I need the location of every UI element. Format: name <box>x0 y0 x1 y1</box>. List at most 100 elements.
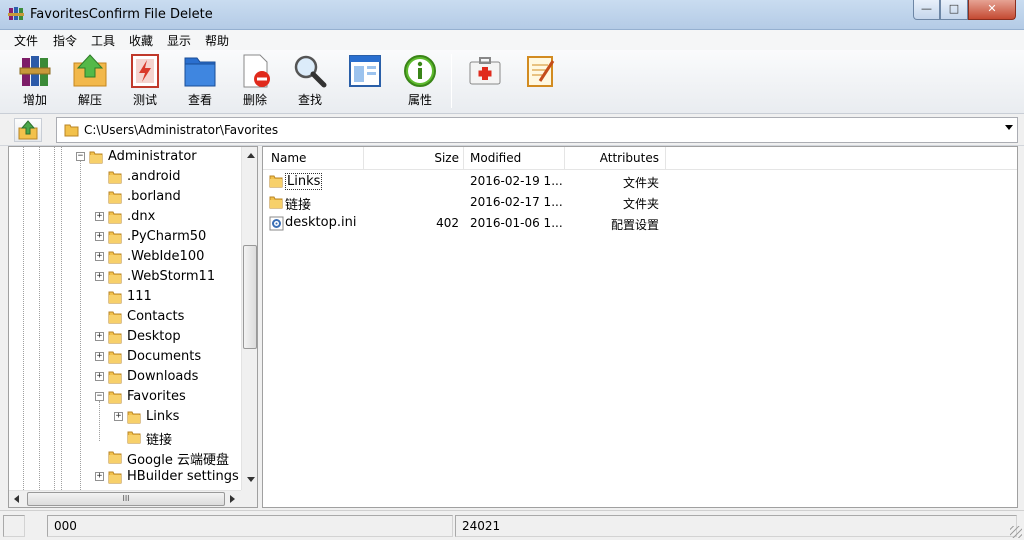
menu-bar: 文件 指令 工具 收藏 显示 帮助 <box>0 30 1024 50</box>
notepad-icon <box>527 56 555 87</box>
expand-icon[interactable]: + <box>95 372 104 381</box>
collapse-icon[interactable]: − <box>95 392 104 401</box>
tree-item[interactable]: + Links <box>9 407 241 427</box>
scroll-left-icon[interactable] <box>14 495 19 503</box>
address-path: C:\Users\Administrator\Favorites <box>84 123 279 137</box>
expand-icon[interactable]: + <box>95 272 104 281</box>
magnifier-icon <box>294 55 327 88</box>
tree-item-label: HBuilder settings <box>127 469 239 484</box>
expand-icon[interactable]: + <box>95 232 104 241</box>
scroll-down-icon[interactable] <box>247 477 255 482</box>
resize-grip[interactable] <box>1010 526 1022 538</box>
tree-item[interactable]: 111 <box>9 287 241 307</box>
menu-commands[interactable]: 指令 <box>53 32 77 49</box>
tree-item[interactable]: + .dnx <box>9 207 241 227</box>
expand-icon[interactable]: + <box>95 472 104 481</box>
file-name: desktop.ini <box>285 215 357 230</box>
scroll-thumb[interactable] <box>243 245 257 349</box>
test-document-icon <box>131 54 159 88</box>
tree-item-label: Administrator <box>108 149 197 164</box>
tree-item[interactable]: − Favorites <box>9 387 241 407</box>
collapse-icon[interactable]: − <box>76 152 85 161</box>
menu-view[interactable]: 显示 <box>167 32 191 49</box>
tree-item[interactable]: + Documents <box>9 347 241 367</box>
extract-button[interactable]: 解压 <box>64 53 116 111</box>
toolbar: 增加 解压 测试 查看 删除 查找 属性 <box>0 50 1024 114</box>
address-field[interactable]: C:\Users\Administrator\Favorites <box>56 117 1018 143</box>
toolbar-separator <box>451 54 452 108</box>
wizard-button[interactable] <box>339 53 391 111</box>
expand-icon[interactable]: + <box>95 252 104 261</box>
scroll-up-icon[interactable] <box>247 153 255 158</box>
folder-tree[interactable]: − Administrator .android .borland + .dnx + .PyC… <box>8 146 258 508</box>
file-row[interactable]: Links 2016-02-19 1... 文件夹 <box>263 171 1017 192</box>
tree-item[interactable]: .android <box>9 167 241 187</box>
folder-icon <box>108 370 122 384</box>
file-attributes: 配置设置 <box>610 218 659 232</box>
file-list[interactable]: Name Size Modified Attributes Links 2016-… <box>262 146 1018 508</box>
folder-icon <box>127 430 141 444</box>
dropdown-arrow-icon[interactable] <box>1005 125 1013 130</box>
tree-item[interactable]: + HBuilder settings <box>9 467 241 487</box>
repair-button[interactable] <box>459 53 511 111</box>
tree-item[interactable]: + .PyCharm50 <box>9 227 241 247</box>
test-button[interactable]: 测试 <box>119 53 171 111</box>
menu-tools[interactable]: 工具 <box>91 32 115 49</box>
status-selected: 000 <box>47 515 453 537</box>
delete-button[interactable]: 删除 <box>229 53 281 111</box>
tree-item[interactable]: − Administrator <box>9 147 241 167</box>
expand-icon[interactable]: + <box>95 212 104 221</box>
tree-item[interactable]: + Downloads <box>9 367 241 387</box>
scroll-thumb-horizontal[interactable]: III <box>27 492 225 506</box>
comment-button[interactable] <box>514 53 566 111</box>
up-folder-button[interactable] <box>14 118 42 142</box>
menu-file[interactable]: 文件 <box>14 32 38 49</box>
status-total: 24021 <box>455 515 1017 537</box>
address-bar: C:\Users\Administrator\Favorites <box>0 114 1024 146</box>
maximize-button[interactable]: □ <box>940 0 968 20</box>
tree-item-label: Google 云端硬盘 <box>127 453 229 468</box>
folder-icon <box>269 195 284 210</box>
status-icon-cell <box>3 515 25 537</box>
tree-item[interactable]: Contacts <box>9 307 241 327</box>
close-button[interactable]: ✕ <box>968 0 1016 20</box>
find-button[interactable]: 查找 <box>284 53 336 111</box>
tree-item-label: .WebIde100 <box>127 249 205 264</box>
tree-item-label: .dnx <box>127 209 156 224</box>
folder-icon <box>108 230 122 244</box>
tree-item[interactable]: + .WebStorm11 <box>9 267 241 287</box>
tree-vertical-scrollbar[interactable] <box>241 147 257 490</box>
column-name[interactable]: Name <box>263 147 364 170</box>
column-modified[interactable]: Modified <box>464 147 565 170</box>
view-button[interactable]: 查看 <box>174 53 226 111</box>
tree-item[interactable]: .borland <box>9 187 241 207</box>
title-bar[interactable]: FavoritesConfirm File Delete — □ ✕ <box>0 0 1024 30</box>
menu-help[interactable]: 帮助 <box>205 32 229 49</box>
file-row[interactable]: 链接 2016-02-17 1... 文件夹 <box>263 192 1017 213</box>
tree-item-label: 111 <box>127 289 152 304</box>
expand-icon[interactable]: + <box>114 412 123 421</box>
menu-favorites[interactable]: 收藏 <box>129 32 153 49</box>
folder-icon <box>108 470 122 484</box>
expand-icon[interactable]: + <box>95 352 104 361</box>
folder-icon <box>269 174 284 189</box>
folder-icon <box>108 330 122 344</box>
column-attributes[interactable]: Attributes <box>565 147 666 170</box>
file-name: 链接 <box>285 198 312 213</box>
expand-icon[interactable]: + <box>95 332 104 341</box>
column-size[interactable]: Size <box>364 147 464 170</box>
tree-item[interactable]: 链接 <box>9 427 241 448</box>
up-arrow-icon <box>18 120 38 140</box>
minimize-button[interactable]: — <box>913 0 940 20</box>
file-modified: 2016-02-19 1... <box>470 174 563 188</box>
extract-folder-icon <box>73 54 107 87</box>
scroll-right-icon[interactable] <box>230 495 235 503</box>
file-row[interactable]: desktop.ini 402 2016-01-06 1... 配置设置 <box>263 213 1017 234</box>
tree-item[interactable]: + .WebIde100 <box>9 247 241 267</box>
winrar-app-icon <box>8 7 24 20</box>
tree-horizontal-scrollbar[interactable]: III <box>9 490 241 507</box>
tree-item[interactable]: + Desktop <box>9 327 241 347</box>
add-button[interactable]: 增加 <box>9 53 61 111</box>
tree-item[interactable]: Google 云端硬盘 <box>9 447 241 468</box>
properties-button[interactable]: 属性 <box>394 53 446 111</box>
